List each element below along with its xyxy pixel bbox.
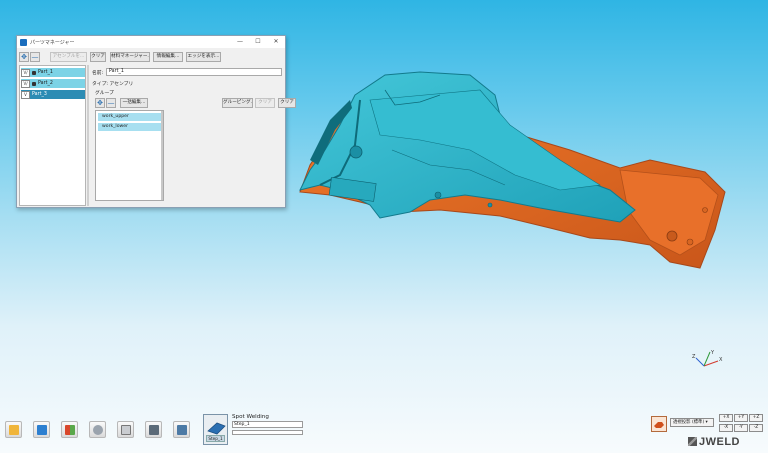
minimize-button[interactable]: — [231,36,249,48]
show-edge-button[interactable]: エッジを表示... [186,52,221,62]
triad-z-label: Z [692,354,696,360]
tree-item-label: Part_2 [38,81,53,86]
step-progress-bar [232,430,303,435]
triad-x-label: X [719,357,723,363]
tree-item-part-3[interactable]: V Part_3 [21,90,85,99]
group-disabled-button[interactable]: クリア [255,98,275,108]
minus-icon[interactable]: — [106,98,116,108]
window-titlebar[interactable]: パーツマネージャー — ☐ ✕ [17,36,285,48]
move-icon[interactable]: ✥ [95,98,105,108]
image-icon[interactable] [145,421,162,438]
3d-viewport[interactable]: パーツマネージャー — ☐ ✕ ✥ — アセンブルを... クリア 材料マネージ… [0,0,768,453]
type-label: タイプ: アセンブリ [92,82,134,87]
list-item[interactable]: work_lower [98,123,162,131]
group-label: グループ [95,91,114,96]
name-label: 名前: [92,71,104,76]
visibility-toggle[interactable]: V/ [21,79,30,88]
step-thumbnail[interactable]: Step_1 [203,414,228,445]
triad-y-label: Y [710,350,715,356]
cube-icon[interactable] [33,421,50,438]
info-edit-button[interactable]: 情報編集... [153,52,183,62]
view-plus-y-button[interactable]: +Y [734,414,748,422]
close-button[interactable]: ✕ [267,36,285,48]
step-name-field[interactable]: Step_1 [232,421,303,428]
scrollbar[interactable] [161,111,163,200]
pane-splitter[interactable] [87,65,89,206]
screen-icon[interactable] [173,421,190,438]
visibility-toggle[interactable]: V [21,90,30,99]
folder-icon[interactable] [5,421,22,438]
tree-item-part-1[interactable]: V/ Part_1 [21,68,85,77]
minus-icon[interactable]: — [30,52,40,62]
view-mode-select[interactable]: 透視投影 (標準) ▾ [670,418,714,427]
part-toolbar: ✥ — アセンブルを... クリア 材料マネージャー... 情報編集... エッ… [17,50,287,63]
axis-triad: X Y Z [692,350,723,367]
part-manager-window[interactable]: パーツマネージャー — ☐ ✕ ✥ — アセンブルを... クリア 材料マネージ… [16,35,296,208]
weld-gun-icon[interactable] [651,416,667,432]
properties-pane: 名前: Part_1 タイプ: アセンブリ グループ ✥ — 一括編集... グ… [90,65,296,206]
gear-icon[interactable] [89,421,106,438]
assemble-button[interactable]: アセンブルを... [50,52,87,62]
view-minus-y-button[interactable]: -Y [734,424,748,432]
report-icon[interactable] [117,421,134,438]
maximize-button[interactable]: ☐ [249,36,267,48]
window-title: パーツマネージャー [30,39,75,46]
lock-icon[interactable] [32,81,36,86]
brand-name: JWELD [699,436,740,448]
brand-logo: JWELD [688,436,740,448]
part-tree[interactable]: V/ Part_1 V/ Part_2 V Part_3 [19,65,86,206]
view-minus-x-button[interactable]: -X [719,424,733,432]
batch-edit-button[interactable]: 一括編集... [120,98,148,108]
grouping-button[interactable]: グルーピング... [222,98,253,108]
step-title: Spot Welding [232,414,269,420]
material-manager-button[interactable]: 材料マネージャー... [110,52,150,62]
view-minus-z-button[interactable]: -Z [749,424,763,432]
weld-step-icon [207,422,226,435]
group-clear-button[interactable]: クリア [278,98,296,108]
view-plus-x-button[interactable]: +X [719,414,733,422]
step-caption: Step_1 [206,435,225,442]
view-plus-z-button[interactable]: +Z [749,414,763,422]
material-icon[interactable] [61,421,78,438]
lock-icon[interactable] [32,70,36,75]
tree-item-part-2[interactable]: V/ Part_2 [21,79,85,88]
group-list[interactable]: work_upper work_lower [95,110,164,201]
move-icon[interactable]: ✥ [19,52,29,62]
tree-item-label: Part_1 [38,70,53,75]
visibility-toggle[interactable]: V/ [21,68,30,77]
list-item[interactable]: work_upper [98,113,162,121]
tree-item-label: Part_3 [32,92,47,97]
brand-mark-icon [688,437,697,446]
clear-button[interactable]: クリア [90,52,106,62]
app-icon [20,38,27,46]
name-field[interactable]: Part_1 [106,68,282,76]
